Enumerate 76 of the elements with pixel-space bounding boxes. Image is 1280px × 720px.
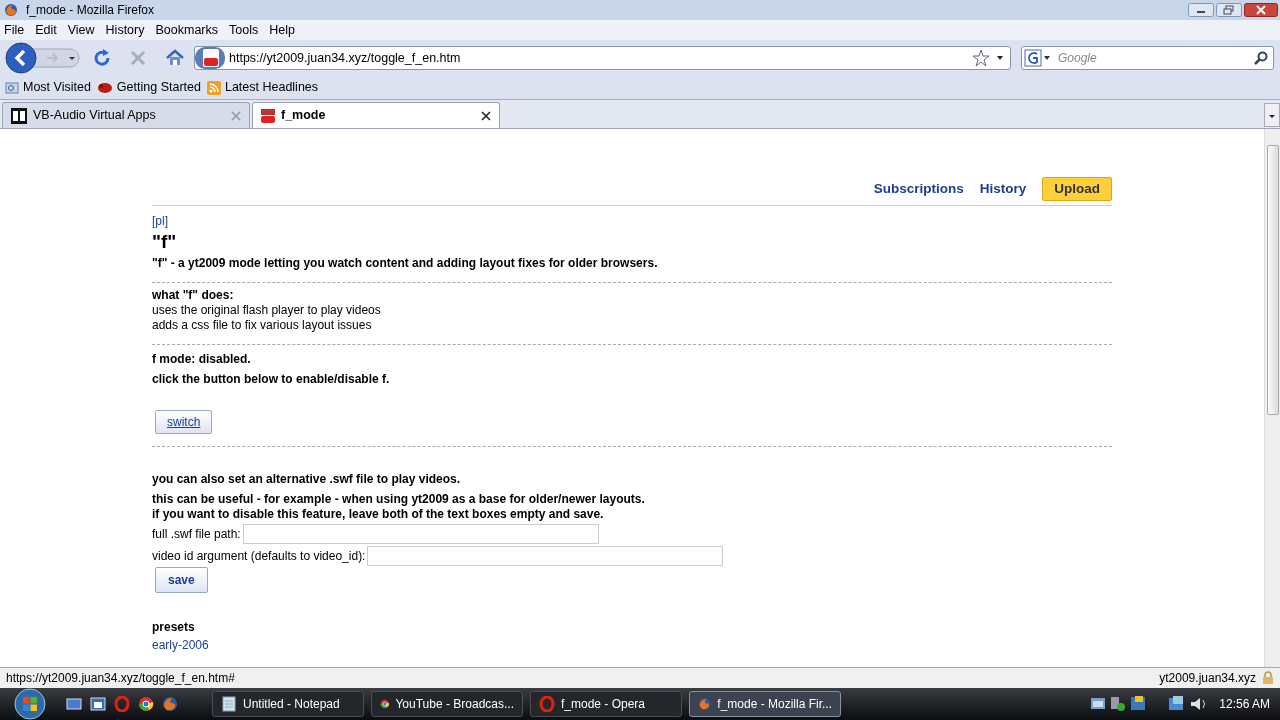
firefox-icon <box>698 696 712 712</box>
taskbar-label: f_mode - Mozilla Fir... <box>717 696 832 713</box>
page-heading: "f" <box>152 231 178 254</box>
bookmark-item[interactable]: Getting Started <box>96 78 201 97</box>
chrome-icon[interactable] <box>138 696 154 712</box>
menu-item[interactable]: Edit <box>35 20 57 40</box>
taskbar-button[interactable]: Untitled - Notepad <box>212 691 364 717</box>
window-switcher-icon[interactable] <box>90 696 106 712</box>
bookmark-folder-icon <box>5 80 19 95</box>
show-desktop-icon[interactable] <box>66 696 82 712</box>
nav-link[interactable]: Subscriptions <box>873 179 964 200</box>
note-text: if you want to disable this feature, leave both of the text boxes empty and save. <box>152 507 605 523</box>
status-domain: yt2009.juan34.xyz <box>1159 670 1256 687</box>
taskbar-label: YouTube - Broadcas... <box>395 696 514 713</box>
vb-logo-icon <box>11 107 27 124</box>
feed-icon <box>206 80 221 95</box>
bookmark-item[interactable]: Most Visited <box>5 78 91 97</box>
address-bar[interactable]: https://yt2009.juan34.xyz/toggle_f_en.htm <box>194 46 1011 70</box>
upload-button[interactable]: Upload <box>1042 177 1112 202</box>
getting-started-icon <box>96 80 113 95</box>
section-title: presets <box>152 620 196 636</box>
opera-icon[interactable] <box>114 696 130 712</box>
note-text: this can be useful - for example - when using yt2009 as a base for older/newer layouts. <box>152 492 646 508</box>
minimize-button[interactable] <box>1188 3 1214 17</box>
browser-tab[interactable]: f_mode <box>252 102 500 128</box>
section-title: you can also set an alternative .swf file to play videos. <box>152 472 462 488</box>
nav-link[interactable]: History <box>979 179 1027 200</box>
back-forward-buttons[interactable] <box>5 42 81 74</box>
field-label: full .swf file path: <box>152 526 241 544</box>
opera-icon <box>539 696 555 712</box>
taskbar-button[interactable]: f_mode - Opera <box>530 691 682 717</box>
search-field[interactable]: Google <box>1021 46 1274 70</box>
taskbar-label: Untitled - Notepad <box>243 696 340 713</box>
mode-status: f mode: disabled. <box>152 352 252 368</box>
menu-item[interactable]: Help <box>269 20 295 40</box>
field-label: video id argument (defaults to video_id): <box>152 548 366 566</box>
taskbar-button[interactable]: f_mode - Mozilla Fir... <box>689 691 841 717</box>
feature-text: uses the original flash player to play videos <box>152 303 382 319</box>
menu-item[interactable]: History <box>105 20 145 40</box>
browser-tab[interactable]: VB-Audio Virtual Apps <box>2 102 250 128</box>
firefox-icon <box>4 3 18 17</box>
restore-button[interactable] <box>1216 3 1242 17</box>
clock: 12:56 AM <box>1219 696 1270 713</box>
notepad-icon <box>221 696 237 712</box>
tab-label: VB-Audio Virtual Apps <box>33 107 156 125</box>
taskbar-button[interactable]: YouTube - Broadcas... <box>371 691 523 717</box>
video-site-icon <box>261 108 275 123</box>
google-engine-icon[interactable] <box>1022 48 1052 68</box>
dropdown-icon[interactable] <box>996 55 1004 61</box>
star-icon[interactable] <box>972 49 990 67</box>
tab-list-button[interactable] <box>1264 103 1280 127</box>
section-title: what "f" does: <box>152 288 235 304</box>
switch-button[interactable]: switch <box>155 410 213 435</box>
taskbar-label: f_mode - Opera <box>561 696 646 713</box>
menu-item[interactable]: View <box>67 20 95 40</box>
firefox-icon[interactable] <box>162 696 178 712</box>
bookmark-item[interactable]: Latest Headlines <box>206 78 319 97</box>
lock-icon <box>1262 671 1274 685</box>
close-button[interactable] <box>1244 3 1278 17</box>
instruction-text: click the button below to enable/disable f. <box>152 372 391 388</box>
status-url: https://yt2009.juan34.xyz/toggle_f_en.htm# <box>6 670 235 687</box>
preset-link[interactable]: early-2006 <box>152 638 1112 654</box>
window-title: f_mode - Mozilla Firefox <box>26 2 155 19</box>
url-text: https://yt2009.juan34.xyz/toggle_f_en.htm <box>229 49 461 67</box>
menu-item[interactable]: File <box>4 20 25 40</box>
menu-item[interactable]: Tools <box>229 20 259 40</box>
search-icon[interactable] <box>1253 50 1269 66</box>
tab-label: f_mode <box>281 107 326 125</box>
search-placeholder: Google <box>1058 50 1097 67</box>
save-button[interactable]: save <box>155 567 208 594</box>
close-tab-icon[interactable] <box>481 110 491 121</box>
site-icon <box>195 47 225 69</box>
language-link[interactable]: [pl] <box>152 214 1112 229</box>
intro-text: "f" - a yt2009 mode letting you watch content and adding layout fixes for older browsers. <box>152 256 659 272</box>
menu-item[interactable]: Bookmarks <box>155 20 218 40</box>
feature-text: adds a css file to fix various layout issues <box>152 318 373 334</box>
